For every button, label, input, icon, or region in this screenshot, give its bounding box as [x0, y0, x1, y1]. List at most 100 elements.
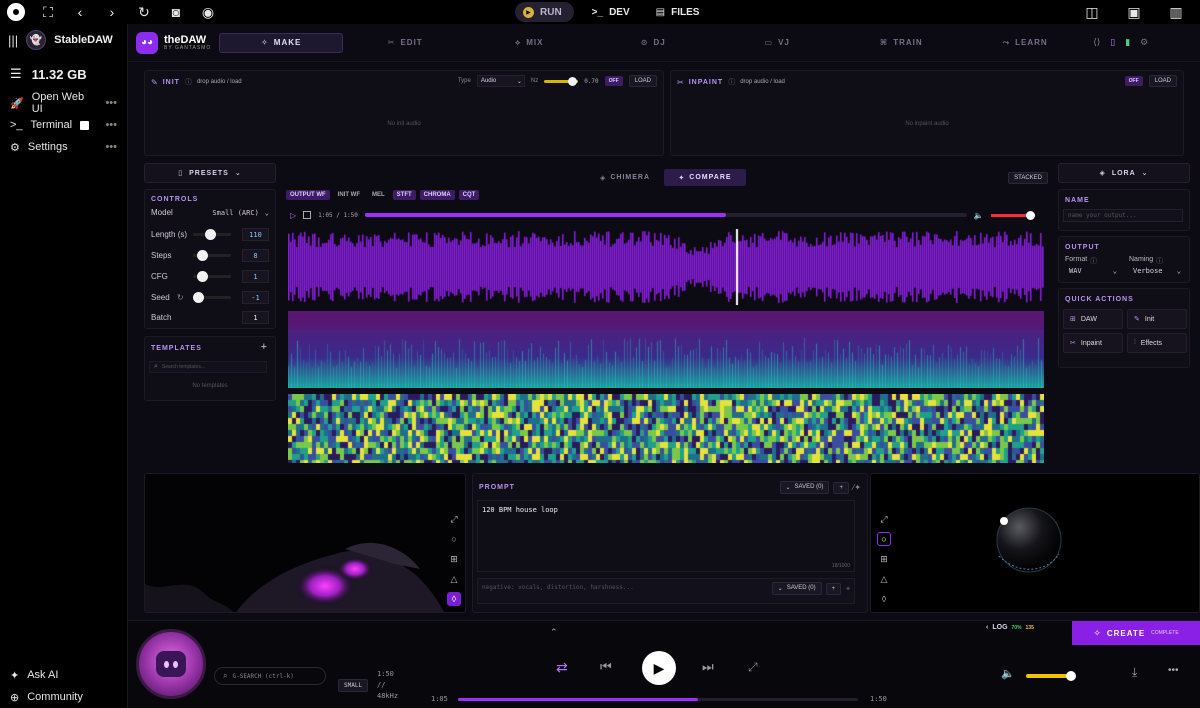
community-button[interactable]: ⊕ Community [0, 686, 128, 708]
magic-icon[interactable]: ✦ [845, 585, 851, 593]
run-button[interactable]: ▶ RUN [515, 2, 574, 22]
gear-icon[interactable]: ⚙ [1140, 37, 1148, 48]
nz-slider-knob[interactable] [568, 76, 578, 86]
more-icon[interactable]: ••• [1168, 665, 1179, 676]
code-icon[interactable]: ⟨⟩ [1093, 37, 1100, 48]
saved-prompts-button[interactable]: ⌄ SAVED (0) [779, 481, 830, 494]
chip-stft[interactable]: STFT [392, 190, 416, 200]
batch-input[interactable]: 1 [242, 311, 269, 324]
stop-icon[interactable] [80, 120, 90, 130]
files-button[interactable]: ▤ FILES [648, 7, 708, 18]
nz-slider[interactable] [544, 76, 579, 86]
forward-icon[interactable]: › [96, 0, 128, 24]
tab-mix[interactable]: ⟡ MIX [467, 33, 591, 53]
cfg-input[interactable]: 1 [242, 270, 269, 283]
quick-inpaint-button[interactable]: ✂ Inpaint [1063, 333, 1123, 353]
init-off-toggle[interactable]: OFF [604, 76, 623, 86]
mountain-icon[interactable]: △ [877, 572, 891, 586]
app-logo-icon[interactable] [0, 0, 32, 24]
fullscreen-icon[interactable]: ⛶ [32, 0, 64, 24]
create-button[interactable]: ✧ CREATE COMPLETE [1072, 621, 1200, 645]
sidebar-item-terminal[interactable]: >_ Terminal ••• [0, 114, 127, 136]
tab-learn[interactable]: ⤳ LEARN [963, 33, 1087, 53]
add-negative-button[interactable]: + [825, 582, 842, 595]
chip-output-wf[interactable]: OUTPUT WF [286, 190, 330, 200]
inpaint-load-button[interactable]: LOAD [1148, 75, 1177, 87]
cfg-slider[interactable] [193, 271, 231, 282]
menu-icon[interactable]: ||| [8, 33, 18, 48]
volume-icon[interactable]: 🔈 [1001, 667, 1015, 680]
play-icon[interactable]: ▷ [290, 211, 296, 220]
seek-bar[interactable] [458, 698, 858, 701]
expand-icon[interactable]: ⤢ [447, 512, 461, 526]
tab-chimera[interactable]: ◈ CHIMERA [592, 169, 658, 186]
chip-mel[interactable]: MEL [368, 190, 389, 200]
sidebar-right-icon[interactable]: ▥ [1160, 0, 1192, 24]
drop-icon[interactable]: ◊ [447, 592, 461, 606]
seed-input[interactable]: -1 [242, 291, 269, 304]
model-select[interactable]: Small (ARC) ⌄ [212, 209, 269, 217]
quick-effects-button[interactable]: ⫶ Effects [1127, 333, 1187, 353]
steps-input[interactable]: 8 [242, 249, 269, 262]
refresh-icon[interactable]: ↻ [177, 293, 189, 302]
quick-daw-button[interactable]: ⊞ DAW [1063, 309, 1123, 329]
name-input[interactable]: name your output... [1063, 209, 1183, 222]
loop-icon[interactable]: ⇄ [556, 659, 568, 676]
sidebar-item-open-web-ui[interactable]: 🚀 Open Web UI ••• [0, 91, 127, 115]
camera-icon[interactable]: ◙ [160, 0, 192, 24]
type-select[interactable]: Audio ⌄ [476, 75, 525, 87]
download-icon[interactable]: ⤓ [1132, 665, 1137, 680]
back-icon[interactable]: ‹ [64, 0, 96, 24]
steps-slider[interactable] [193, 250, 231, 261]
slider-knob[interactable] [197, 250, 208, 261]
length-input[interactable]: 110 [242, 228, 269, 241]
prompt-input[interactable]: 120 BPM house loop 18/1000 [477, 500, 855, 572]
tab-compare[interactable]: ✦ COMPARE [664, 169, 746, 186]
stop-icon[interactable] [303, 211, 312, 219]
split-view-icon[interactable]: ◫ [1076, 0, 1108, 24]
more-icon[interactable]: ••• [105, 97, 117, 109]
circle-icon[interactable]: ○ [877, 532, 891, 546]
quick-init-button[interactable]: ✎ Init [1127, 309, 1187, 329]
viewer-volume-knob[interactable] [1026, 210, 1036, 220]
previous-icon[interactable]: ⏮ [600, 659, 612, 675]
grid-icon[interactable]: ⊞ [447, 552, 461, 566]
add-template-icon[interactable]: + [261, 341, 267, 353]
tab-make[interactable]: ✧ MAKE [219, 32, 344, 53]
eye-icon[interactable]: ◉ [192, 0, 224, 24]
stacked-toggle[interactable]: STACKED [1008, 172, 1048, 184]
tab-vj[interactable]: ▭ VJ [715, 33, 839, 53]
chroma-canvas[interactable] [288, 394, 1044, 463]
drop-icon[interactable]: ◊ [877, 592, 891, 606]
chip-cqt[interactable]: CQT [458, 190, 480, 200]
phone-icon[interactable]: ▮ [1125, 37, 1130, 48]
next-icon[interactable]: ⏭ [702, 659, 714, 675]
slider-knob[interactable] [193, 292, 204, 303]
magic-icon[interactable]: ⁄✦ [853, 483, 861, 492]
more-icon[interactable]: ••• [105, 141, 117, 153]
circle-icon[interactable]: ○ [447, 532, 461, 546]
naming-select[interactable]: Verbose ⌄ [1129, 267, 1185, 279]
expand-icon[interactable]: ⤢ [748, 660, 758, 675]
chip-chroma[interactable]: CHROMA [419, 190, 455, 200]
dev-button[interactable]: >_ DEV [584, 7, 638, 18]
seed-slider[interactable] [193, 292, 231, 303]
lora-button[interactable]: ◈ LORA ⌄ [1058, 163, 1190, 183]
viewer-volume[interactable] [990, 210, 1036, 220]
reload-icon[interactable]: ↻ [128, 0, 160, 24]
chip-init-wf[interactable]: INIT WF [334, 190, 364, 200]
inpaint-off-toggle[interactable]: OFF [1124, 76, 1143, 86]
waveform-canvas[interactable] [288, 229, 1044, 305]
play-button[interactable]: ▶ [642, 651, 676, 685]
expand-icon[interactable]: ⤢ [877, 512, 891, 526]
mountain-icon[interactable]: △ [447, 572, 461, 586]
slider-knob[interactable] [205, 229, 216, 240]
add-prompt-button[interactable]: + [833, 481, 849, 494]
tab-edit[interactable]: ✂ EDIT [343, 33, 467, 53]
viewer-progress[interactable] [364, 213, 967, 217]
master-volume[interactable] [1026, 671, 1076, 681]
tab-train[interactable]: ⌘ TRAIN [839, 33, 963, 53]
volume-icon[interactable]: 🔈 [974, 211, 984, 220]
book-icon[interactable]: ▯ [1110, 37, 1115, 48]
length-slider[interactable] [193, 229, 231, 240]
